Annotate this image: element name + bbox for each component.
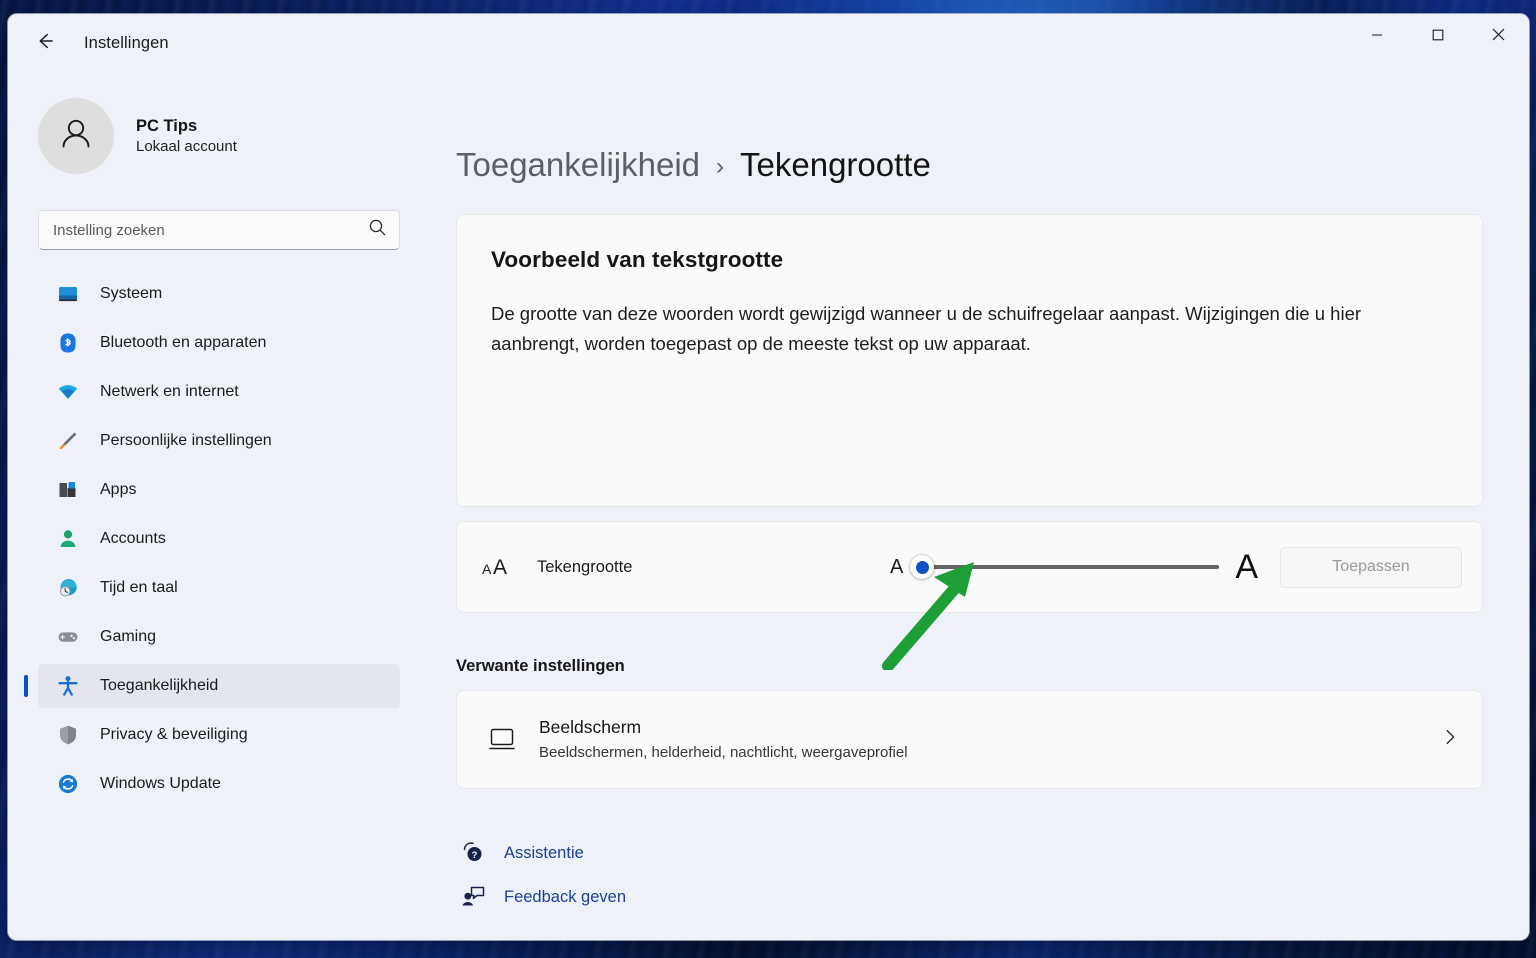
help-question-icon: ?	[456, 840, 490, 866]
sidebar-item-netwerk-en-internet[interactable]: Netwerk en internet	[38, 370, 400, 414]
sidebar-item-label: Privacy & beveiliging	[100, 726, 248, 743]
text-size-slider-card: A A Tekengrootte A A Toepassen	[456, 521, 1483, 613]
account-subtitle: Lokaal account	[136, 137, 237, 155]
slider-thumb[interactable]	[910, 555, 935, 579]
text-size-aa-icon: A A	[479, 554, 519, 580]
minimize-icon	[1371, 28, 1383, 46]
preview-body-text: De grootte van deze woorden wordt gewijz…	[491, 303, 1362, 354]
sidebar-item-accounts[interactable]: Accounts	[38, 517, 400, 561]
wifi-icon	[56, 380, 80, 404]
accessibility-person-icon	[56, 674, 80, 698]
avatar	[38, 98, 114, 174]
sidebar-item-toegankelijkheid[interactable]: Toegankelijkheid	[24, 664, 400, 708]
page-title: Tekengrootte	[740, 146, 931, 183]
sidebar-item-label: Netwerk en internet	[100, 383, 239, 400]
apps-grid-icon	[56, 478, 80, 502]
sidebar: PC Tips Lokaal account Instelling zoeken…	[8, 72, 430, 940]
window-body: PC Tips Lokaal account Instelling zoeken…	[8, 72, 1529, 940]
related-subtitle: Beeldschermen, helderheid, nachtlicht, w…	[539, 744, 908, 762]
svg-text:A: A	[493, 556, 507, 579]
sidebar-item-systeem[interactable]: Systeem	[38, 272, 400, 316]
feedback-person-icon	[456, 884, 490, 910]
small-a-label: A	[889, 556, 904, 578]
bottom-links: ? Assistentie Feedback geven	[456, 831, 1483, 919]
sidebar-item-label: Accounts	[100, 530, 166, 547]
sidebar-item-bluetooth-en-apparaten[interactable]: Bluetooth en apparaten	[38, 321, 400, 365]
paintbrush-icon	[56, 429, 80, 453]
monitor-icon	[481, 726, 523, 754]
svg-text:A: A	[482, 561, 492, 577]
shield-icon	[56, 723, 80, 747]
bluetooth-icon	[56, 331, 80, 355]
feedback-link[interactable]: Feedback geven	[456, 875, 626, 919]
slider-track	[919, 564, 1220, 570]
account-row[interactable]: PC Tips Lokaal account	[38, 98, 430, 174]
feedback-link-label: Feedback geven	[504, 887, 627, 906]
help-link-label: Assistentie	[504, 843, 584, 862]
close-icon	[1492, 28, 1505, 46]
sidebar-nav: Systeem Bluetooth en apparaten Netwerk e…	[8, 272, 430, 806]
back-arrow-icon	[34, 30, 56, 57]
text-size-slider[interactable]	[910, 552, 1220, 582]
text-size-slider-zone: A A Toepassen	[889, 546, 1462, 588]
sidebar-item-persoonlijke-instellingen[interactable]: Persoonlijke instellingen	[38, 419, 400, 463]
clock-globe-icon	[56, 576, 80, 600]
sidebar-item-label: Toegankelijkheid	[100, 677, 219, 694]
related-setting-beeldscherm[interactable]: Beeldscherm Beeldschermen, helderheid, n…	[456, 690, 1483, 789]
apply-button[interactable]: Toepassen	[1280, 546, 1462, 588]
close-button[interactable]	[1468, 14, 1529, 60]
sidebar-item-label: Apps	[100, 481, 137, 498]
search-input[interactable]	[53, 221, 368, 239]
breadcrumb: Toegankelijkheid › Tekengrootte	[456, 146, 1483, 184]
title-bar: Instellingen	[8, 14, 1529, 72]
app-title: Instellingen	[84, 33, 169, 52]
slider-thumb-dot	[915, 560, 929, 574]
account-name: PC Tips	[136, 116, 198, 135]
sidebar-item-gaming[interactable]: Gaming	[38, 615, 400, 659]
main-content: Toegankelijkheid › Tekengrootte Voorbeel…	[430, 72, 1529, 940]
settings-window: Instellingen PC Tips Lokaal account Inst…	[8, 14, 1529, 940]
gamepad-icon	[56, 625, 80, 649]
chevron-right-icon[interactable]	[1440, 727, 1460, 752]
system-monitor-icon	[56, 282, 80, 306]
account-person-icon	[56, 527, 80, 551]
sidebar-item-label: Gaming	[100, 628, 157, 645]
window-controls	[1346, 14, 1529, 72]
sidebar-item-apps[interactable]: Apps	[38, 468, 400, 512]
help-link[interactable]: ? Assistentie	[456, 831, 584, 875]
desktop-background: Instellingen PC Tips Lokaal account Inst…	[0, 0, 1536, 958]
sidebar-item-label: Systeem	[100, 285, 163, 302]
svg-text:?: ?	[472, 850, 478, 861]
sidebar-item-label: Persoonlijke instellingen	[100, 432, 272, 449]
preview-title: Voorbeeld van tekstgrootte	[491, 247, 784, 272]
search-box[interactable]	[38, 210, 400, 250]
related-text: Beeldscherm Beeldschermen, helderheid, n…	[539, 715, 908, 764]
breadcrumb-parent[interactable]: Toegankelijkheid	[456, 146, 700, 184]
search-icon[interactable]	[368, 218, 387, 242]
sidebar-item-label: Windows Update	[100, 775, 221, 792]
back-button[interactable]	[26, 24, 64, 62]
sidebar-item-windows-update[interactable]: Windows Update	[38, 762, 400, 806]
maximize-button[interactable]	[1407, 14, 1468, 60]
related-title: Beeldscherm	[539, 716, 642, 737]
sidebar-item-tijd-en-taal[interactable]: Tijd en taal	[38, 566, 400, 610]
account-text: PC Tips Lokaal account	[136, 116, 237, 156]
chevron-right-icon: ›	[716, 153, 725, 180]
related-settings-heading: Verwante instellingen	[456, 657, 625, 675]
text-size-label: Tekengrootte	[537, 557, 633, 576]
maximize-icon	[1432, 28, 1444, 46]
sidebar-item-label: Bluetooth en apparaten	[100, 334, 267, 351]
text-size-preview-card: Voorbeeld van tekstgrootte De grootte va…	[456, 214, 1483, 507]
sidebar-item-privacy-beveiliging[interactable]: Privacy & beveiliging	[38, 713, 400, 757]
large-a-label: A	[1235, 548, 1258, 586]
person-avatar-icon	[55, 113, 97, 160]
update-refresh-icon	[56, 772, 80, 796]
sidebar-item-label: Tijd en taal	[100, 579, 178, 596]
minimize-button[interactable]	[1346, 14, 1407, 60]
